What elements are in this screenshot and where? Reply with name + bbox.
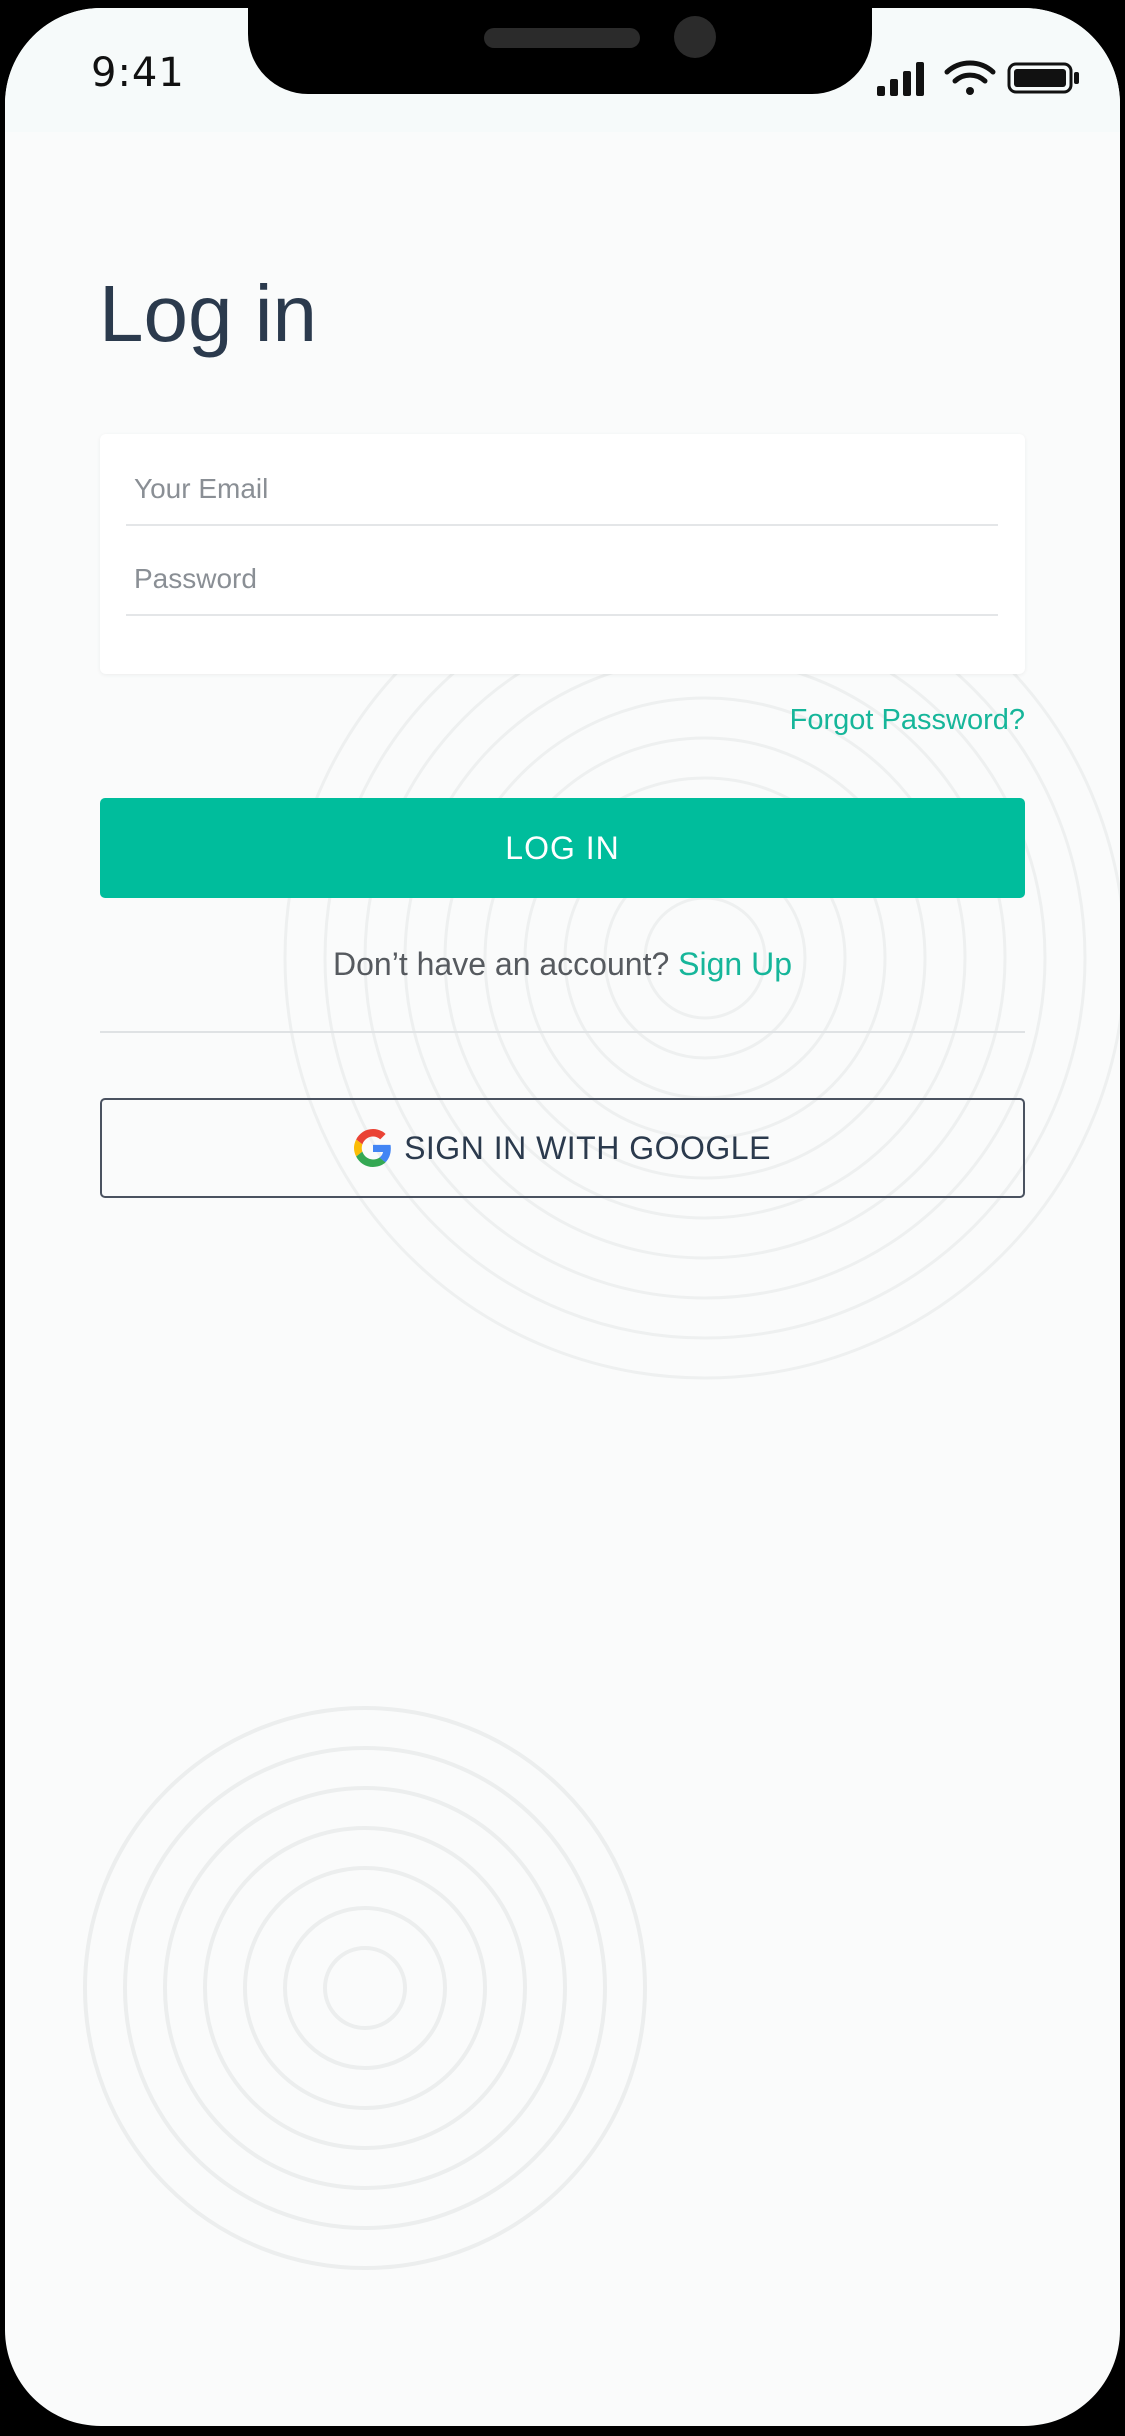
front-camera <box>674 16 716 58</box>
login-form-card <box>100 434 1025 674</box>
email-field-wrapper <box>126 434 1002 526</box>
status-time: 9:41 <box>91 50 185 96</box>
login-button[interactable]: LOG IN <box>100 798 1025 898</box>
fingerprint-background <box>83 536 1120 2270</box>
no-account-text: Don’t have an account? <box>333 946 670 982</box>
google-sign-in-button[interactable]: SIGN IN WITH GOOGLE <box>100 1098 1025 1198</box>
status-icons <box>877 60 1079 96</box>
password-input[interactable] <box>126 554 1002 604</box>
device-notch <box>248 8 872 94</box>
cellular-signal-icon <box>877 62 924 96</box>
divider <box>100 1031 1025 1033</box>
speaker-grille <box>484 28 640 48</box>
signup-prompt: Don’t have an account? Sign Up <box>100 946 1025 983</box>
status-bar: 9:41 <box>5 8 1120 132</box>
password-field-wrapper <box>126 524 1002 616</box>
sign-up-link[interactable]: Sign Up <box>678 946 792 982</box>
email-input[interactable] <box>126 464 1002 514</box>
forgot-password-link[interactable]: Forgot Password? <box>790 704 1025 737</box>
google-icon <box>354 1129 391 1167</box>
page-title: Log in <box>99 269 317 358</box>
wifi-icon <box>944 60 996 95</box>
phone-screen: 9:41 Log in Your Email Forgot Password? … <box>5 8 1120 2426</box>
battery-icon <box>1007 62 1079 94</box>
google-button-label: SIGN IN WITH GOOGLE <box>404 1129 771 1166</box>
